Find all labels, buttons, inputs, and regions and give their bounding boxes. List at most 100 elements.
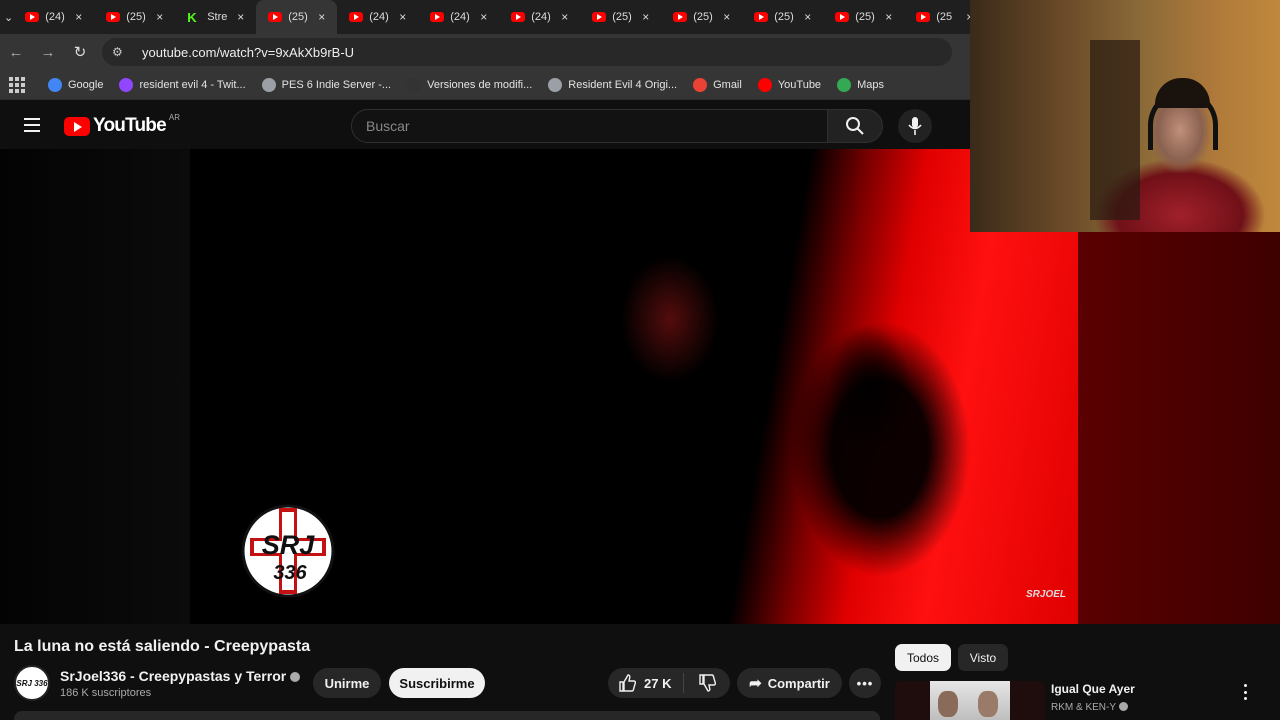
browser-tab-strip: ⌄ (24) × (25) × K Stre × (25) × (24) × (24) × (24) × (2…	[0, 0, 973, 34]
bookmark-item[interactable]: Google	[48, 77, 104, 92]
close-tab-icon[interactable]: ×	[885, 10, 892, 24]
twitch-icon	[119, 77, 134, 92]
globe-icon	[548, 77, 563, 92]
tab-title: (25)	[693, 11, 713, 23]
youtube-icon	[916, 12, 931, 22]
thumbs-up-icon	[619, 674, 636, 692]
thumbs-down-icon	[699, 674, 716, 692]
bookmark-label: Versiones de modifi...	[427, 78, 533, 91]
bookmark-item[interactable]: Maps	[837, 77, 884, 92]
close-tab-icon[interactable]: ×	[480, 10, 487, 24]
filter-chip-watched[interactable]: Visto	[958, 644, 1008, 671]
tab-title: (24)	[450, 11, 470, 23]
browser-tab[interactable]: (25) ×	[823, 0, 904, 34]
bookmark-item[interactable]: Versiones de modifi...	[407, 77, 533, 92]
bookmark-label: Google	[68, 78, 104, 91]
address-bar[interactable]: ⚙ youtube.com/watch?v=9xAkXb9rB-U	[102, 38, 952, 66]
recommendation-title[interactable]: Igual Que Ayer	[1051, 682, 1135, 696]
bookmark-label: YouTube	[777, 78, 822, 91]
youtube-icon	[592, 12, 607, 22]
kick-icon: K	[187, 9, 197, 25]
close-tab-icon[interactable]: ×	[237, 10, 244, 24]
back-arrow-icon[interactable]: ←	[0, 44, 32, 61]
url-text: youtube.com/watch?v=9xAkXb9rB-U	[142, 44, 355, 60]
youtube-icon	[268, 12, 283, 22]
menu-icon[interactable]	[24, 118, 40, 132]
bookmark-item[interactable]: PES 6 Indie Server -...	[261, 77, 391, 92]
close-tab-icon[interactable]: ×	[75, 10, 82, 24]
like-dislike-group: 27 K	[608, 668, 730, 698]
browser-tab[interactable]: K Stre ×	[175, 0, 256, 34]
svg-text:SRJ: SRJ	[262, 530, 316, 560]
site-info-icon[interactable]: ⚙	[112, 45, 134, 59]
forward-arrow-icon[interactable]: →	[32, 44, 64, 61]
recommendation-channel[interactable]: RKM & KEN-Y	[1051, 701, 1129, 713]
youtube-logo[interactable]: YouTube AR	[64, 113, 180, 137]
browser-tab[interactable]: (24) ×	[13, 0, 94, 34]
share-label: Compartir	[767, 675, 830, 691]
youtube-icon	[25, 12, 40, 22]
recommendation-menu-icon[interactable]	[1240, 684, 1250, 700]
close-tab-icon[interactable]: ×	[804, 10, 811, 24]
browser-tab[interactable]: (25) ×	[580, 0, 661, 34]
voice-search-button[interactable]	[898, 109, 932, 143]
tab-search-chevron-icon[interactable]: ⌄	[4, 4, 13, 30]
verified-icon	[290, 672, 301, 682]
youtube-icon	[106, 12, 121, 22]
browser-tab[interactable]: (24) ×	[499, 0, 580, 34]
webcam-person	[1155, 78, 1210, 108]
tab-title: (25)	[612, 11, 632, 23]
browser-tab[interactable]: (24) ×	[418, 0, 499, 34]
dislike-button[interactable]	[684, 674, 730, 692]
share-button[interactable]: ➦ Compartir	[737, 668, 842, 698]
browser-tab[interactable]: (25) ×	[742, 0, 823, 34]
youtube-header: YouTube AR Buscar	[0, 101, 970, 149]
bookmark-item[interactable]: YouTube	[757, 77, 822, 92]
screen: ⌄ (24) × (25) × K Stre × (25) × (24) × (24) × (24) × (2…	[0, 0, 1280, 720]
channel-avatar[interactable]: SRJ 336	[14, 665, 50, 701]
recommendation-thumbnail[interactable]	[895, 681, 1045, 720]
tab-title: (25)	[855, 11, 875, 23]
maps-icon	[837, 77, 852, 92]
search-button[interactable]	[827, 109, 883, 143]
subscribe-button[interactable]: Suscribirme	[389, 668, 485, 698]
tab-title: (25)	[774, 11, 794, 23]
more-actions-button[interactable]: •••	[849, 668, 881, 698]
filter-chip-all[interactable]: Todos	[895, 644, 951, 671]
channel-name[interactable]: SrJoel336 - Creepypastas y Terror	[60, 668, 301, 684]
close-tab-icon[interactable]: ×	[723, 10, 730, 24]
globe-icon	[261, 77, 276, 92]
browser-tab[interactable]: (25) ×	[94, 0, 175, 34]
webcam-shelf	[1090, 40, 1140, 220]
close-tab-icon[interactable]: ×	[642, 10, 649, 24]
apps-grid-icon[interactable]	[8, 76, 26, 94]
close-tab-icon[interactable]: ×	[318, 10, 325, 24]
tab-title: (25	[936, 11, 953, 23]
bookmark-label: resident evil 4 - Twit...	[139, 78, 246, 91]
gmail-icon	[693, 77, 708, 92]
close-tab-icon[interactable]: ×	[561, 10, 568, 24]
bookmark-list: Google resident evil 4 - Twit... PES 6 Ind…	[48, 77, 900, 92]
tab-title: (25)	[126, 11, 146, 23]
browser-tab[interactable]: (24) ×	[337, 0, 418, 34]
bookmark-label: Resident Evil 4 Origi...	[568, 78, 678, 91]
svg-text:336: 336	[273, 562, 307, 584]
close-tab-icon[interactable]: ×	[399, 10, 406, 24]
bookmark-item[interactable]: Gmail	[693, 77, 742, 92]
video-player[interactable]: SRJ 336 SRJOEL	[0, 149, 1078, 624]
bookmark-label: Gmail	[713, 78, 742, 91]
like-button[interactable]: 27 K	[608, 673, 684, 693]
search-input[interactable]: Buscar	[351, 109, 828, 143]
bookmark-item[interactable]: resident evil 4 - Twit...	[119, 77, 246, 92]
join-button[interactable]: Unirme	[313, 668, 381, 698]
recommendation-channel-text: RKM & KEN-Y	[1051, 702, 1117, 713]
verified-icon	[1119, 702, 1129, 711]
search-placeholder: Buscar	[366, 118, 410, 134]
browser-tab[interactable]: (25) ×	[256, 0, 338, 34]
bookmark-item[interactable]: Resident Evil 4 Origi...	[548, 77, 678, 92]
browser-tab[interactable]: (25) ×	[661, 0, 742, 34]
reload-icon[interactable]: ↻	[64, 43, 96, 61]
close-tab-icon[interactable]: ×	[156, 10, 163, 24]
description-box[interactable]	[14, 711, 880, 720]
streamer-webcam	[970, 0, 1280, 232]
